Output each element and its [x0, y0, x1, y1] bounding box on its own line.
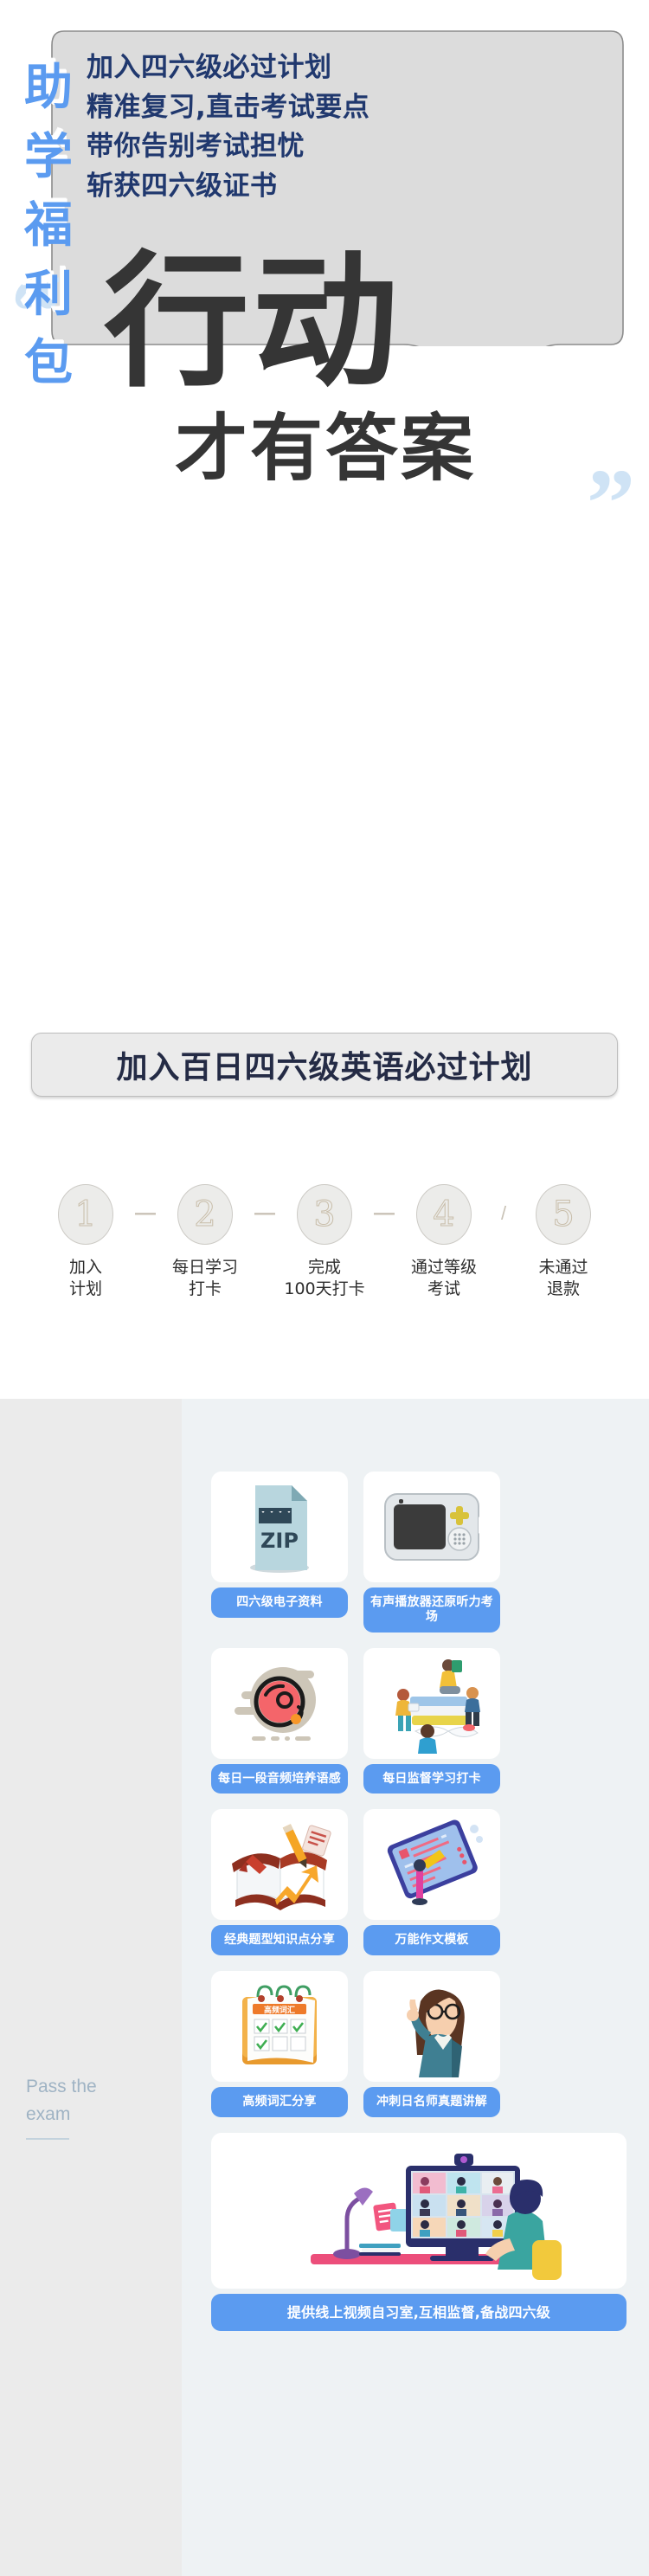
step-circle: 3 [297, 1184, 352, 1245]
benefit-card-row: 经典题型知识点分享 万能作文模板 [211, 1809, 627, 1956]
audio-player-icon [363, 1472, 500, 1582]
tablet-writing-icon [363, 1809, 500, 1921]
vinyl-record-icon [211, 1647, 348, 1759]
step-number: 3 [313, 1195, 336, 1234]
benefit-card[interactable]: 高频词汇 高频词汇分享 [211, 1971, 348, 2117]
steps-flow: 1 加入 计划 — 2 每日学习 打卡 — 3 完成 100天打卡 — 4 通过… [0, 1184, 649, 1349]
benefit-card[interactable]: 经典题型知识点分享 [211, 1809, 348, 1956]
students-books-icon [363, 1647, 500, 1759]
step-number: 1 [74, 1195, 97, 1234]
calendar-checklist-icon: 高频词汇 [211, 1971, 348, 2083]
step-label: 未通过 退款 [538, 1258, 588, 1299]
step-circle: 2 [177, 1184, 233, 1245]
teacher-pointing-icon [363, 1971, 500, 2083]
join-plan-cta[interactable]: 加入百日四六级英语必过计划 [31, 1033, 618, 1097]
svg-text:ZIP: ZIP [260, 1529, 299, 1553]
step-connector: — [254, 1201, 275, 1225]
benefit-card-label: 高频词汇分享 [211, 2087, 348, 2117]
benefit-card[interactable]: 万能作文模板 [363, 1809, 500, 1956]
benefit-card-label: 冲刺日名师真题讲解 [363, 2087, 500, 2117]
step-connector: — [135, 1201, 156, 1225]
benefit-card-row: 提供线上视频自习室,互相监督,备战四六级 [211, 2132, 627, 2332]
vertical-title-char: 包 [24, 335, 73, 392]
step-item[interactable]: 5 未通过 退款 [515, 1184, 612, 1300]
step-number: 5 [552, 1195, 575, 1234]
promo-page: 加入四六级必过计划 精准复习,直击考试要点 带你告别考试担忧 斩获四六级证书 “… [0, 0, 649, 2576]
benefit-card[interactable]: 每日监督学习打卡 [363, 1647, 500, 1794]
vertical-title-char: 利 [24, 266, 73, 323]
benefit-card-label: 每日监督学习打卡 [363, 1763, 500, 1794]
headline-secondary: 才有答案 [174, 406, 476, 491]
video-study-room-icon [211, 2132, 627, 2289]
svg-text:高频词汇: 高频词汇 [264, 2005, 295, 2015]
step-connector: / [500, 1202, 507, 1224]
benefit-cards-grid: ZIP 四六级电子资料 有声播放器还原听力考场 每日一段音频培养语感 每日监督学… [211, 1472, 627, 2347]
step-item[interactable]: 1 加入 计划 [37, 1184, 134, 1300]
step-circle: 5 [536, 1184, 591, 1245]
benefit-card-label: 提供线上视频自习室,互相监督,备战四六级 [211, 2293, 627, 2332]
benefit-card-row: 每日一段音频培养语感 每日监督学习打卡 [211, 1647, 627, 1794]
benefits-vertical-title: 助 学 福 利 包 [24, 54, 154, 398]
step-circle: 1 [58, 1184, 113, 1245]
step-label: 每日学习 打卡 [171, 1258, 238, 1299]
benefits-english-caption: Pass the exam [26, 2077, 97, 2124]
step-number: 2 [194, 1195, 216, 1234]
step-item[interactable]: 3 完成 100天打卡 [276, 1184, 373, 1300]
step-number: 4 [433, 1195, 455, 1234]
benefit-card[interactable]: 有声播放器还原听力考场 [363, 1472, 500, 1633]
step-label: 通过等级 考试 [410, 1258, 477, 1299]
step-connector: — [374, 1201, 395, 1225]
caption-divider [26, 2138, 69, 2140]
benefit-card[interactable]: 提供线上视频自习室,互相监督,备战四六级 [211, 2132, 627, 2332]
vertical-title-char: 学 [24, 128, 73, 185]
step-item[interactable]: 2 每日学习 打卡 [157, 1184, 254, 1300]
vertical-title-char: 助 [24, 60, 73, 116]
benefit-card[interactable]: 冲刺日名师真题讲解 [363, 1971, 500, 2117]
step-item[interactable]: 4 通过等级 考试 [395, 1184, 492, 1300]
benefit-card[interactable]: 每日一段音频培养语感 [211, 1647, 348, 1794]
benefit-card-row: 高频词汇 高频词汇分享 冲刺日名师真题讲解 [211, 1971, 627, 2117]
join-plan-cta-label: 加入百日四六级英语必过计划 [116, 1049, 533, 1085]
step-circle: 4 [416, 1184, 472, 1245]
step-label: 加入 计划 [68, 1258, 102, 1299]
quote-close-icon: ” [587, 450, 635, 557]
benefit-card-label: 每日一段音频培养语感 [211, 1763, 348, 1794]
benefit-card-label: 有声播放器还原听力考场 [363, 1587, 500, 1633]
step-label: 完成 100天打卡 [284, 1258, 365, 1299]
benefit-card[interactable]: ZIP 四六级电子资料 [211, 1472, 348, 1633]
vertical-title-char: 福 [24, 197, 73, 254]
benefit-card-label: 万能作文模板 [363, 1925, 500, 1956]
benefit-card-row: ZIP 四六级电子资料 有声播放器还原听力考场 [211, 1472, 627, 1633]
zip-file-icon: ZIP [211, 1472, 348, 1582]
open-book-pencil-icon [211, 1809, 348, 1921]
benefit-card-label: 经典题型知识点分享 [211, 1925, 348, 1956]
benefit-card-label: 四六级电子资料 [211, 1587, 348, 1618]
